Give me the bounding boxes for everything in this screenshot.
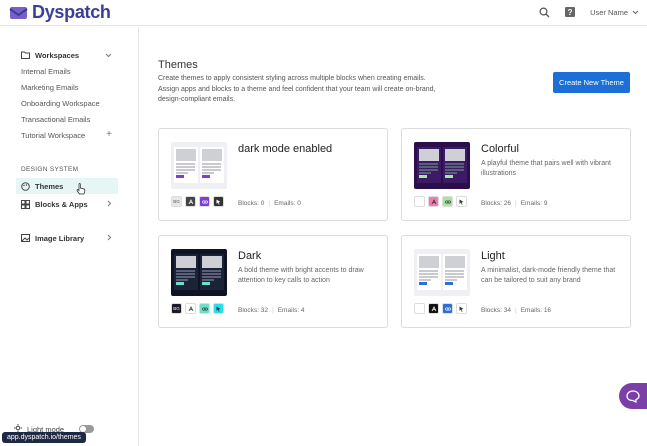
sidebar-item-internal-emails[interactable]: Internal Emails xyxy=(0,63,139,79)
emails-count: Emails: 16 xyxy=(520,307,552,314)
chevron-right-icon[interactable] xyxy=(107,234,112,241)
sidebar-item-label: Internal Emails xyxy=(21,66,71,76)
theme-card[interactable]: Light A minimalist, dark-mode friendly t… xyxy=(401,235,631,328)
palette-icon xyxy=(21,181,30,191)
user-name: User Name xyxy=(590,7,628,17)
sidebar-item-label: Onboarding Workspace xyxy=(21,98,100,108)
link-color-icon xyxy=(442,303,453,314)
theme-stats: Blocks: 26 | Emails: 9 xyxy=(481,200,548,207)
blocks-icon xyxy=(21,199,30,209)
theme-card[interactable]: Colorful A playful theme that pairs well… xyxy=(401,128,631,221)
text-color-icon xyxy=(428,303,439,314)
theme-card[interactable]: dark mode enabled BG Blocks: 0 | Emails: 0 xyxy=(158,128,388,221)
theme-name: dark mode enabled xyxy=(238,143,333,155)
cursor-color-icon xyxy=(456,196,467,207)
theme-swatches: BG xyxy=(171,196,224,207)
blocks-count: Blocks: 0 xyxy=(238,200,265,207)
emails-count: Emails: 0 xyxy=(274,200,301,207)
theme-stats: Blocks: 0 | Emails: 0 xyxy=(238,200,301,207)
sidebar-label-themes: Themes xyxy=(35,181,64,191)
sidebar-label-image-library: Image Library xyxy=(35,233,85,243)
blocks-count: Blocks: 34 xyxy=(481,307,511,314)
theme-preview-thumbnail xyxy=(414,249,470,296)
background-swatch: BG xyxy=(171,303,182,314)
chevron-down-icon[interactable] xyxy=(105,53,112,58)
envelope-logo-icon xyxy=(9,5,28,21)
user-menu[interactable]: User Name xyxy=(590,8,639,17)
theme-stats: Blocks: 32 | Emails: 4 xyxy=(238,307,305,314)
theme-name: Colorful xyxy=(481,143,519,155)
theme-swatches: BG xyxy=(171,303,224,314)
text-color-icon xyxy=(428,196,439,207)
sidebar-label-workspaces: Workspaces xyxy=(35,50,80,60)
sidebar-item-onboarding-workspace[interactable]: Onboarding Workspace xyxy=(0,95,139,111)
search-icon[interactable] xyxy=(538,6,550,18)
dyspatch-logo[interactable]: Dyspatch xyxy=(9,2,111,23)
theme-stats: Blocks: 34 | Emails: 16 xyxy=(481,307,552,314)
theme-swatches xyxy=(414,196,467,207)
cursor-color-icon xyxy=(213,303,224,314)
image-icon xyxy=(21,234,30,243)
create-new-theme-button[interactable]: Create New Theme xyxy=(553,72,630,93)
sidebar-item-image-library[interactable]: Image Library xyxy=(0,230,139,246)
background-swatch xyxy=(414,196,425,207)
chat-bubble-icon xyxy=(626,389,640,403)
sidebar-workspaces-header[interactable]: Workspaces xyxy=(0,47,139,63)
page-description: Create themes to apply consistent stylin… xyxy=(158,75,436,103)
sidebar-item-label: Marketing Emails xyxy=(21,82,79,92)
text-color-icon xyxy=(185,196,196,207)
help-icon[interactable]: ? xyxy=(564,6,576,18)
theme-swatches xyxy=(414,303,467,314)
theme-description: A playful theme that pairs well with vib… xyxy=(481,160,611,177)
brand-name: Dyspatch xyxy=(32,2,111,22)
link-color-icon xyxy=(199,303,210,314)
theme-description: A bold theme with bright accents to draw… xyxy=(238,267,364,284)
blocks-count: Blocks: 26 xyxy=(481,200,511,207)
emails-count: Emails: 4 xyxy=(277,307,305,314)
sidebar-item-themes[interactable]: Themes xyxy=(16,178,118,194)
background-swatch: BG xyxy=(171,196,182,207)
main-content: Themes Create themes to apply consistent… xyxy=(140,27,647,446)
theme-card[interactable]: Dark A bold theme with bright accents to… xyxy=(158,235,388,328)
sidebar-item-label: Tutorial Workspace xyxy=(21,130,86,140)
top-bar: Dyspatch ? User Name xyxy=(0,0,647,26)
link-color-icon xyxy=(442,196,453,207)
page-title: Themes xyxy=(158,59,198,71)
theme-name: Dark xyxy=(238,250,262,262)
cursor-color-icon xyxy=(456,303,467,314)
sidebar-label-blocks-apps: Blocks & Apps xyxy=(35,199,88,209)
sidebar-item-label: Transactional Emails xyxy=(21,114,91,124)
emails-count: Emails: 9 xyxy=(520,200,548,207)
cursor-color-icon xyxy=(213,196,224,207)
link-color-icon xyxy=(199,196,210,207)
hand-cursor-icon xyxy=(76,183,86,195)
plus-icon[interactable]: + xyxy=(106,129,112,140)
theme-preview-thumbnail xyxy=(171,142,227,189)
theme-preview-thumbnail xyxy=(171,249,227,296)
theme-description: A minimalist, dark-mode friendly theme t… xyxy=(481,267,616,284)
sidebar: Workspaces Internal Emails Marketing Ema… xyxy=(0,27,139,446)
design-system-label: DESIGN SYSTEM xyxy=(21,165,79,173)
theme-preview-thumbnail xyxy=(414,142,470,189)
url-tooltip: app.dyspatch.io/themes xyxy=(2,432,86,443)
sidebar-item-tutorial-workspace[interactable]: Tutorial Workspace + xyxy=(0,127,139,143)
background-swatch xyxy=(414,303,425,314)
chevron-right-icon[interactable] xyxy=(107,200,112,207)
chat-button[interactable] xyxy=(619,383,647,409)
sidebar-item-transactional-emails[interactable]: Transactional Emails xyxy=(0,111,139,127)
sidebar-item-marketing-emails[interactable]: Marketing Emails xyxy=(0,79,139,95)
theme-name: Light xyxy=(481,250,505,262)
folder-icon xyxy=(21,51,30,60)
blocks-count: Blocks: 32 xyxy=(238,307,268,314)
text-color-icon xyxy=(185,303,196,314)
chevron-down-icon xyxy=(632,10,639,14)
sidebar-item-blocks-apps[interactable]: Blocks & Apps xyxy=(0,196,139,212)
